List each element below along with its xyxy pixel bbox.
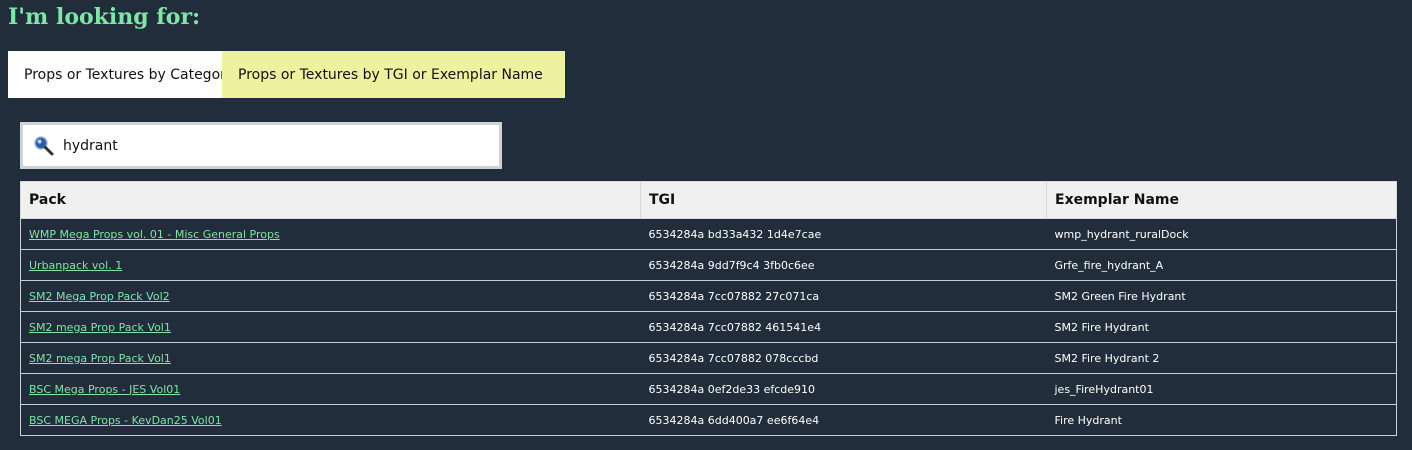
- pack-cell: Urbanpack vol. 1: [20, 249, 641, 281]
- column-header-tgi: TGI: [640, 181, 1047, 219]
- tab-by-tgi-or-exemplar[interactable]: Props or Textures by TGI or Exemplar Nam…: [222, 51, 565, 98]
- pack-cell: SM2 mega Prop Pack Vol1: [20, 311, 641, 343]
- exemplar-name-cell: SM2 Green Fire Hydrant: [1046, 280, 1397, 312]
- exemplar-name-cell: Fire Hydrant: [1046, 404, 1397, 436]
- tgi-cell: 6534284a 9dd7f9c4 3fb0c6ee: [640, 249, 1047, 281]
- table-header-row: Pack TGI Exemplar Name: [20, 181, 1397, 219]
- tgi-cell: 6534284a 6dd400a7 ee6f64e4: [640, 404, 1047, 436]
- pack-link[interactable]: SM2 Mega Prop Pack Vol2: [29, 290, 170, 303]
- tab-by-category[interactable]: Props or Textures by Category: [8, 51, 234, 98]
- pack-link[interactable]: BSC MEGA Props - KevDan25 Vol01: [29, 414, 222, 427]
- results-table: Pack TGI Exemplar Name WMP Mega Props vo…: [20, 181, 1397, 436]
- exemplar-name-cell: wmp_hydrant_ruralDock: [1046, 218, 1397, 250]
- tgi-cell: 6534284a 7cc07882 461541e4: [640, 311, 1047, 343]
- pack-cell: BSC MEGA Props - KevDan25 Vol01: [20, 404, 641, 436]
- tgi-cell: 6534284a bd33a432 1d4e7cae: [640, 218, 1047, 250]
- tgi-cell: 6534284a 0ef2de33 efcde910: [640, 373, 1047, 405]
- table-row: SM2 Mega Prop Pack Vol2 6534284a 7cc0788…: [20, 280, 1397, 312]
- pack-link[interactable]: WMP Mega Props vol. 01 - Misc General Pr…: [29, 228, 280, 241]
- exemplar-name-cell: SM2 Fire Hydrant: [1046, 311, 1397, 343]
- exemplar-name-cell: jes_FireHydrant01: [1046, 373, 1397, 405]
- pack-cell: SM2 mega Prop Pack Vol1: [20, 342, 641, 374]
- column-header-pack: Pack: [20, 181, 641, 219]
- table-row: BSC MEGA Props - KevDan25 Vol01 6534284a…: [20, 404, 1397, 436]
- pack-cell: WMP Mega Props vol. 01 - Misc General Pr…: [20, 218, 641, 250]
- table-row: Urbanpack vol. 1 6534284a 9dd7f9c4 3fb0c…: [20, 249, 1397, 281]
- pack-link[interactable]: Urbanpack vol. 1: [29, 259, 122, 272]
- search-input[interactable]: [63, 137, 463, 154]
- exemplar-name-cell: Grfe_fire_hydrant_A: [1046, 249, 1397, 281]
- pack-link[interactable]: SM2 mega Prop Pack Vol1: [29, 352, 171, 365]
- search-icon: [34, 135, 54, 155]
- search-box[interactable]: [20, 122, 502, 169]
- table-row: SM2 mega Prop Pack Vol1 6534284a 7cc0788…: [20, 342, 1397, 374]
- tgi-cell: 6534284a 7cc07882 27c071ca: [640, 280, 1047, 312]
- tgi-cell: 6534284a 7cc07882 078cccbd: [640, 342, 1047, 374]
- table-row: WMP Mega Props vol. 01 - Misc General Pr…: [20, 218, 1397, 250]
- table-row: BSC Mega Props - JES Vol01 6534284a 0ef2…: [20, 373, 1397, 405]
- table-row: SM2 mega Prop Pack Vol1 6534284a 7cc0788…: [20, 311, 1397, 343]
- pack-cell: BSC Mega Props - JES Vol01: [20, 373, 641, 405]
- pack-link[interactable]: SM2 mega Prop Pack Vol1: [29, 321, 171, 334]
- column-header-exemplar-name: Exemplar Name: [1046, 181, 1397, 219]
- page-heading: I'm looking for:: [8, 4, 201, 30]
- pack-cell: SM2 Mega Prop Pack Vol2: [20, 280, 641, 312]
- search-mode-tabs: Props or Textures by Category Props or T…: [8, 51, 565, 98]
- pack-link[interactable]: BSC Mega Props - JES Vol01: [29, 383, 180, 396]
- exemplar-name-cell: SM2 Fire Hydrant 2: [1046, 342, 1397, 374]
